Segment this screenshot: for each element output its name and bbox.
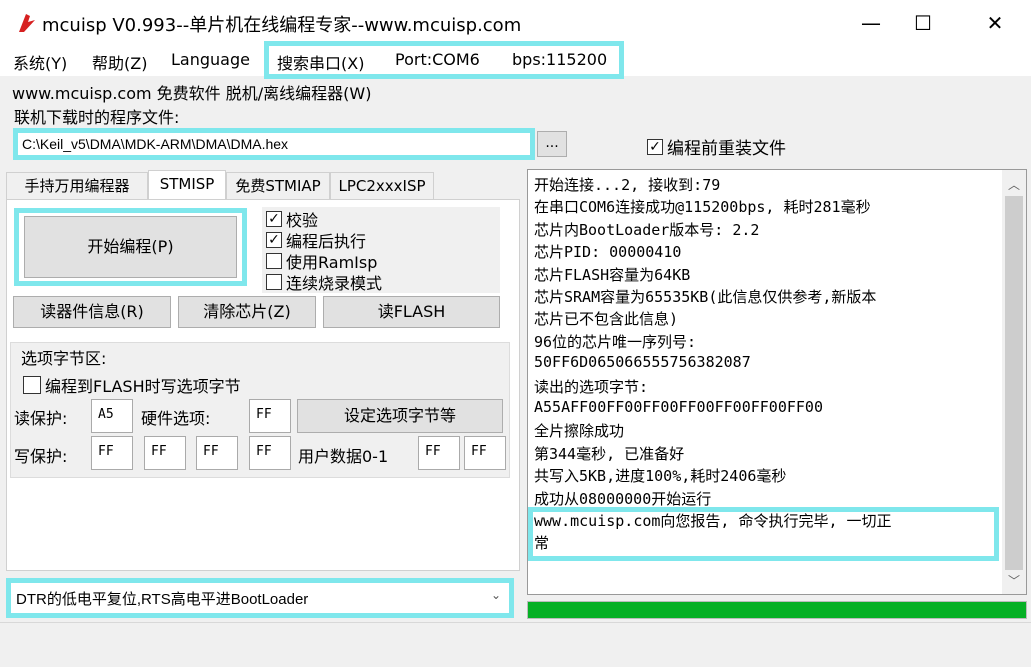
log-scrollbar[interactable]: ︿ ﹀ bbox=[1002, 170, 1026, 594]
write-protect-field-1[interactable]: FF bbox=[144, 436, 186, 470]
write-protect-label: 写保护: bbox=[14, 447, 68, 466]
user-data-field-0[interactable]: FF bbox=[418, 436, 460, 470]
reload-checkbox[interactable]: ✓ bbox=[647, 138, 663, 155]
start-program-button[interactable]: 开始编程(P) bbox=[24, 216, 237, 278]
menu-system[interactable]: 系统(Y) bbox=[13, 50, 67, 74]
read-protect-label: 读保护: bbox=[14, 409, 68, 428]
menu-language[interactable]: Language bbox=[171, 50, 250, 69]
progress-bar bbox=[527, 601, 1027, 619]
scroll-thumb[interactable] bbox=[1005, 196, 1023, 570]
minimize-icon: — bbox=[861, 11, 881, 35]
log-line: 第344毫秒, 已准备好 bbox=[534, 444, 685, 463]
options-group: ✓ 校验 ✓ 编程后执行 使用RamIsp 连续烧录模式 bbox=[262, 207, 500, 293]
read-info-button[interactable]: 读器件信息(R) bbox=[13, 296, 171, 328]
menu-help[interactable]: 帮助(Z) bbox=[92, 50, 147, 74]
option-bytes-title: 选项字节区: bbox=[21, 349, 107, 368]
log-line: 50FF6D065066555756382087 bbox=[534, 353, 751, 372]
progress-fill bbox=[528, 602, 1026, 618]
window-title: mcuisp V0.993--单片机在线编程专家--www.mcuisp.com bbox=[42, 15, 522, 36]
read-protect-field[interactable]: A5 bbox=[91, 399, 133, 433]
log-line: 芯片已不包含此信息) bbox=[534, 310, 679, 329]
log-line: 开始连接...2, 接收到:79 bbox=[534, 176, 721, 194]
verify-checkbox[interactable]: ✓ bbox=[266, 211, 282, 227]
write-protect-field-3[interactable]: FF bbox=[249, 436, 291, 470]
hw-option-field[interactable]: FF bbox=[249, 399, 291, 433]
log-line: 芯片内BootLoader版本号: 2.2 bbox=[534, 220, 760, 239]
scroll-down-icon[interactable]: ﹀ bbox=[1008, 572, 1020, 589]
chevron-down-icon[interactable]: ⌄ bbox=[491, 588, 501, 602]
tab-lpc2xxxisp[interactable]: LPC2xxxISP bbox=[330, 172, 434, 199]
log-line: 芯片SRAM容量为65535KB(此信息仅供参考,新版本 bbox=[534, 288, 877, 306]
reload-option[interactable]: ✓ 编程前重装文件 bbox=[647, 134, 786, 159]
write-option-bytes-checkbox[interactable] bbox=[23, 376, 41, 394]
menu-search-port[interactable]: 搜索串口(X) bbox=[277, 50, 364, 74]
tab-handheld[interactable]: 手持万用编程器 bbox=[6, 172, 148, 199]
reload-label: 编程前重装文件 bbox=[667, 139, 786, 159]
log-line: 96位的芯片唯一序列号: bbox=[534, 332, 697, 351]
log-line: 在串口COM6连接成功@115200bps, 耗时281毫秒 bbox=[534, 198, 871, 217]
offline-programmer-link[interactable]: www.mcuisp.com 免费软件 脱机/离线编程器(W) bbox=[12, 80, 371, 104]
scroll-up-icon[interactable]: ︿ bbox=[1008, 176, 1020, 193]
log-line: 芯片PID: 00000410 bbox=[534, 243, 682, 262]
log-line: 读出的选项字节: bbox=[534, 377, 649, 396]
menu-port[interactable]: Port:COM6 bbox=[395, 50, 480, 69]
status-bar bbox=[0, 622, 1031, 667]
write-option-bytes-option[interactable]: 编程到FLASH时写选项字节 bbox=[23, 373, 241, 397]
log-output[interactable]: 开始连接...2, 接收到:79 在串口COM6连接成功@115200bps, 耗… bbox=[527, 169, 1027, 595]
close-icon: ✕ bbox=[986, 11, 1004, 35]
browse-button[interactable]: ... bbox=[537, 131, 567, 157]
user-data-label: 用户数据0-1 bbox=[298, 447, 389, 466]
close-button[interactable]: ✕ bbox=[972, 0, 1018, 46]
write-protect-field-2[interactable]: FF bbox=[196, 436, 238, 470]
continuous-option[interactable]: 连续烧录模式 bbox=[266, 270, 382, 294]
set-option-bytes-button[interactable]: 设定选项字节等 bbox=[297, 399, 503, 433]
continuous-label: 连续烧录模式 bbox=[286, 274, 383, 293]
ramisp-checkbox[interactable] bbox=[266, 253, 282, 269]
minimize-button[interactable]: — bbox=[848, 0, 894, 46]
continuous-checkbox[interactable] bbox=[266, 274, 282, 290]
reset-mode-select[interactable]: DTR的低电平复位,RTS高电平进BootLoader ⌄ bbox=[6, 578, 514, 618]
menu-bps[interactable]: bps:115200 bbox=[512, 50, 607, 69]
file-label: 联机下载时的程序文件: bbox=[14, 108, 180, 127]
read-flash-button[interactable]: 读FLASH bbox=[323, 296, 500, 328]
tab-stmisp[interactable]: STMISP bbox=[148, 170, 226, 201]
user-data-field-1[interactable]: FF bbox=[464, 436, 506, 470]
run-after-checkbox[interactable]: ✓ bbox=[266, 232, 282, 248]
stmisp-panel: 开始编程(P) ✓ 校验 ✓ 编程后执行 使用RamIsp 连续烧录模式 读器件信息… bbox=[6, 199, 520, 571]
log-line: 共写入5KB,进度100%,耗时2406毫秒 bbox=[534, 467, 787, 486]
app-icon bbox=[19, 14, 35, 32]
option-bytes-group: 选项字节区: 编程到FLASH时写选项字节 读保护: A5 硬件选项: FF 设… bbox=[10, 342, 510, 478]
maximize-button[interactable]: ☐ bbox=[900, 0, 946, 46]
erase-chip-button[interactable]: 清除芯片(Z) bbox=[178, 296, 316, 328]
log-line: 芯片FLASH容量为64KB bbox=[534, 265, 691, 284]
hw-option-label: 硬件选项: bbox=[141, 409, 211, 428]
file-path-field[interactable]: C:\Keil_v5\DMA\MDK-ARM\DMA\DMA.hex bbox=[13, 128, 535, 160]
log-line: 成功从08000000开始运行 bbox=[534, 489, 712, 508]
final-message-highlight bbox=[528, 507, 999, 561]
write-option-bytes-label: 编程到FLASH时写选项字节 bbox=[45, 377, 241, 396]
write-protect-field-0[interactable]: FF bbox=[91, 436, 133, 470]
log-line: 全片擦除成功 bbox=[534, 422, 625, 441]
tab-stmiap[interactable]: 免费STMIAP bbox=[226, 172, 330, 199]
log-line: A55AFF00FF00FF00FF00FF00FF00FF00 bbox=[534, 398, 823, 416]
reset-mode-value: DTR的低电平复位,RTS高电平进BootLoader bbox=[16, 591, 309, 608]
maximize-icon: ☐ bbox=[914, 11, 932, 35]
